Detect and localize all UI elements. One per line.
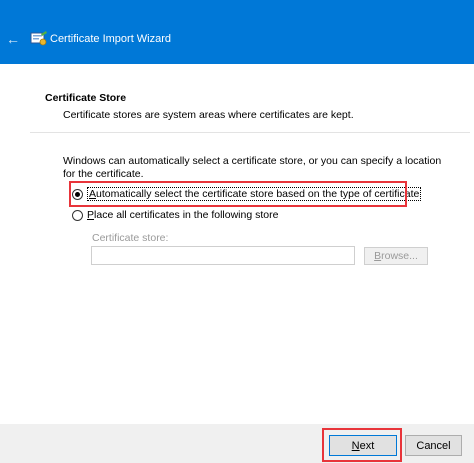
intro-text: Windows can automatically select a certi… (63, 155, 442, 180)
certificate-wizard-icon (30, 30, 48, 46)
section-title: Certificate Store (45, 92, 127, 104)
certificate-store-label: Certificate store: (92, 232, 169, 244)
title-bar: ← Certificate Import Wizard (0, 0, 474, 64)
browse-button-label: Browse... (374, 250, 418, 262)
wizard-footer (0, 424, 474, 463)
radio-button-checked[interactable] (72, 188, 83, 200)
wizard-header: Certificate Store Certificate stores are… (0, 64, 474, 132)
radio-auto-select-label: Automatically select the certificate sto… (87, 187, 422, 201)
next-button[interactable]: Next (329, 435, 397, 456)
cancel-button-label: Cancel (416, 439, 451, 452)
cancel-button[interactable]: Cancel (405, 435, 462, 456)
radio-place-in-store-label: Place all certificates in the following … (87, 209, 279, 221)
section-description: Certificate stores are system areas wher… (63, 109, 354, 121)
radio-auto-select[interactable]: Automatically select the certificate sto… (72, 186, 422, 202)
window-title: Certificate Import Wizard (50, 33, 172, 45)
browse-button[interactable]: Browse... (364, 247, 428, 265)
certificate-store-input[interactable] (91, 246, 355, 265)
header-divider (30, 132, 470, 133)
radio-button-unchecked[interactable] (72, 209, 83, 221)
radio-place-in-store[interactable]: Place all certificates in the following … (72, 207, 278, 223)
left-arrow-icon[interactable]: ← (6, 32, 22, 46)
next-button-label: Next (351, 439, 375, 452)
